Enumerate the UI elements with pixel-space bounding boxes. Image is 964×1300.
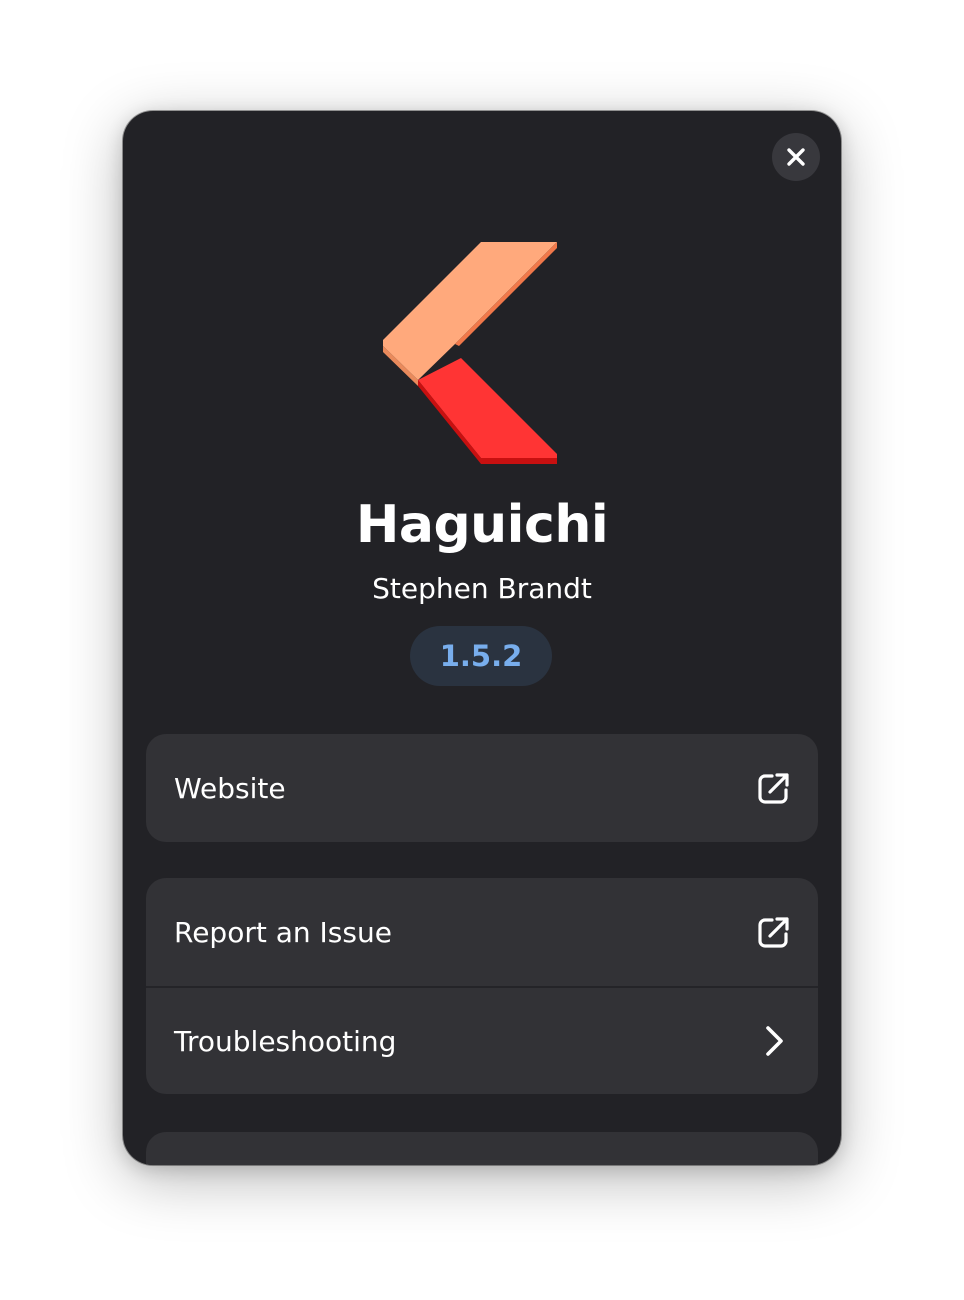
links-list: Website — [146, 734, 818, 842]
chevron-right-icon — [756, 1023, 792, 1059]
website-label: Website — [174, 771, 286, 805]
troubleshooting-row[interactable]: Troubleshooting — [146, 986, 818, 1094]
report-issue-label: Report an Issue — [174, 915, 392, 949]
developer-name: Stephen Brandt — [372, 572, 592, 605]
more-list — [146, 1132, 818, 1165]
app-name: Haguichi — [355, 495, 609, 555]
report-issue-row[interactable]: Report an Issue — [146, 878, 818, 986]
about-dialog: Haguichi Stephen Brandt 1.5.2 Website Re… — [123, 111, 841, 1165]
website-row[interactable]: Website — [146, 734, 818, 842]
close-icon — [787, 148, 805, 166]
support-list: Report an Issue Troubleshooting — [146, 878, 818, 1094]
troubleshooting-label: Troubleshooting — [174, 1024, 397, 1058]
app-logo — [383, 242, 557, 464]
external-link-icon — [756, 770, 792, 806]
close-button[interactable] — [772, 133, 820, 181]
version-badge[interactable]: 1.5.2 — [410, 626, 552, 686]
external-link-icon — [756, 914, 792, 950]
